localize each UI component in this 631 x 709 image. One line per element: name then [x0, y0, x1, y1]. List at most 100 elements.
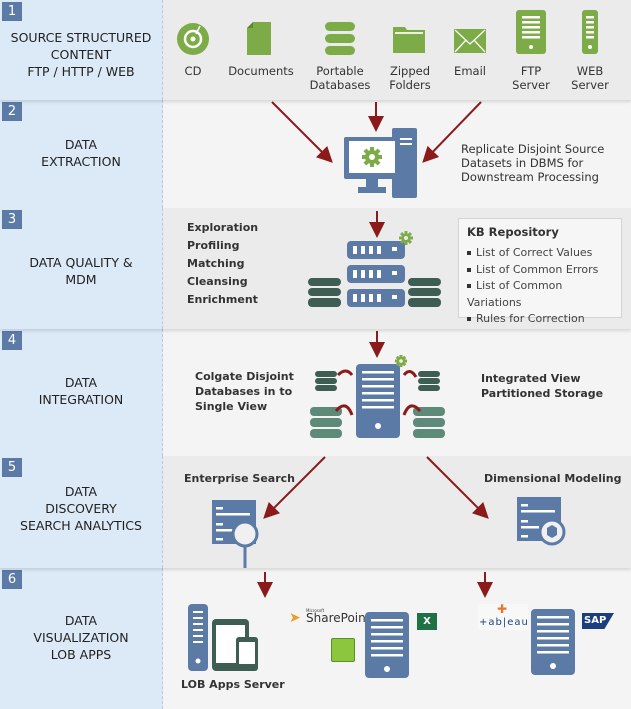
stage-2-label-panel: 2 DATA EXTRACTION: [0, 100, 163, 208]
stage-label-line: CONTENT: [50, 47, 112, 62]
stage-label-line: MDM: [65, 272, 97, 287]
tableau-text: +ab|eau: [479, 617, 529, 628]
source-label-zipped-folders: Zipped Folders: [382, 64, 438, 92]
source-label-documents: Documents: [225, 64, 297, 78]
stage-3-label-panel: 3 DATA QUALITY & MDM: [0, 208, 163, 329]
computer-gear-icon: [344, 128, 417, 198]
kb-title: KB Repository: [467, 225, 559, 239]
kb-item: List of Common Variations: [467, 278, 613, 311]
stage-number-badge: 2: [2, 102, 22, 121]
stage-label: DATA QUALITY & MDM: [0, 254, 162, 288]
label-line: Folders: [389, 78, 431, 92]
stage-number-badge: 5: [2, 458, 22, 477]
label-line: WEB: [576, 64, 604, 78]
integration-left-text: Colgate Disjoint Databases in to Single …: [195, 369, 294, 414]
stage-number-badge: 4: [2, 331, 22, 350]
stage-label-line: DISCOVERY: [45, 501, 117, 516]
stage-label-line: INTEGRATION: [38, 392, 124, 407]
text-line: Partitioned Storage: [481, 387, 604, 400]
label-line: Server: [571, 78, 609, 92]
stage-label-line: DATA: [64, 484, 98, 499]
stage-label-line: FTP / HTTP / WEB: [27, 64, 135, 79]
stage-label: DATA INTEGRATION: [0, 374, 162, 408]
label-line: Documents: [228, 64, 294, 78]
database-icon: [325, 22, 355, 55]
label-line: CD: [184, 64, 202, 78]
kb-item: Rules for Correction: [467, 311, 613, 328]
sharepoint-swirl-icon: ➤: [289, 610, 301, 626]
quality-steps: Exploration Profiling Matching Cleansing…: [187, 219, 258, 309]
sharepoint-text: SharePoint: [306, 611, 371, 625]
source-label-cd: CD: [168, 64, 218, 78]
lob-server-devices-icon: [188, 604, 258, 671]
source-label-ftp-server: FTP Server: [506, 64, 556, 92]
email-icon: [454, 29, 486, 53]
stage-label: SOURCE STRUCTURED CONTENT FTP / HTTP / W…: [0, 29, 162, 80]
quality-step: Exploration: [187, 221, 259, 234]
extraction-description: Replicate Disjoint Source Datasets in DB…: [461, 142, 604, 184]
stage-label-line: DATA QUALITY &: [29, 255, 133, 270]
enterprise-search-icon: [212, 500, 259, 568]
text-line: Colgate Disjoint: [195, 370, 294, 383]
stage-4-row: 4 DATA INTEGRATION Colgate Disjoint Data…: [0, 329, 631, 456]
enterprise-search-label: Enterprise Search: [184, 472, 295, 485]
stage-label: DATA VISUALIZATION LOB APPS: [0, 612, 162, 663]
integration-server-databases-icon: [310, 355, 445, 438]
stage-label-line: DATA: [64, 375, 98, 390]
stage-label-line: DATA: [64, 613, 98, 628]
kb-repository-panel: KB Repository List of Correct Values Lis…: [458, 218, 622, 325]
stage-number-badge: 3: [2, 210, 22, 229]
web-server-icon: [582, 10, 598, 54]
dimensional-modeling-label: Dimensional Modeling: [484, 472, 622, 485]
label-line: FTP: [520, 64, 542, 78]
sharepoint-server-icon: [365, 612, 409, 678]
document-icon: [247, 22, 271, 55]
label-line: Portable: [316, 64, 364, 78]
dimensional-modeling-icon: [517, 497, 566, 546]
tableau-cross-icon: ✚: [497, 602, 508, 616]
stage-2-row: 2 DATA EXTRACTION Replicate Disjoint Sou…: [0, 100, 631, 208]
label-line: Zipped: [389, 64, 431, 78]
ftp-server-icon: [516, 10, 546, 54]
folder-icon: [393, 27, 425, 53]
kb-item: List of Correct Values: [467, 245, 613, 262]
stage-label: DATA EXTRACTION: [0, 136, 162, 170]
project-icon: [331, 638, 355, 662]
stage-label-line: VISUALIZATION: [33, 630, 129, 645]
stage-number-badge: 1: [2, 2, 22, 21]
quality-step: Matching: [187, 257, 245, 270]
text-line: Integrated View: [481, 372, 581, 385]
stage-1-label-panel: 1 SOURCE STRUCTURED CONTENT FTP / HTTP /…: [0, 0, 163, 100]
label-line: Email: [454, 64, 486, 78]
stage-4-label-panel: 4 DATA INTEGRATION: [0, 329, 163, 456]
tableau-server-icon: [531, 609, 575, 675]
kb-list: List of Correct Values List of Common Er…: [467, 245, 613, 328]
description-line: Replicate Disjoint Source: [461, 142, 605, 156]
stage-3-row: 3 DATA QUALITY & MDM Exploration Profili…: [0, 208, 631, 329]
cd-icon: [177, 23, 209, 55]
text-line: Databases in to: [195, 385, 293, 398]
text-line: Single View: [195, 400, 268, 413]
description-line: Datasets in DBMS for: [461, 156, 584, 170]
server-rack-with-databases-icon: [308, 231, 441, 307]
description-line: Downstream Processing: [461, 170, 599, 184]
stage-label-line: SOURCE STRUCTURED: [10, 30, 152, 45]
label-line: Databases: [309, 78, 371, 92]
stage-5-row: 5 DATA DISCOVERY SEARCH ANALYTICS Enterp…: [0, 456, 631, 568]
tableau-logo: ✚ +ab|eau: [478, 602, 529, 630]
quality-step: Profiling: [187, 239, 240, 252]
stage-label-line: EXTRACTION: [41, 154, 121, 169]
stage-1-row: 1 SOURCE STRUCTURED CONTENT FTP / HTTP /…: [0, 0, 631, 100]
stage-5-label-panel: 5 DATA DISCOVERY SEARCH ANALYTICS: [0, 456, 163, 568]
stage-6-label-panel: 6 DATA VISUALIZATION LOB APPS: [0, 568, 163, 709]
stage-label-line: LOB APPS: [50, 647, 112, 662]
source-label-portable-databases: Portable Databases: [305, 64, 375, 92]
quality-step: Cleansing: [187, 275, 248, 288]
stage-label-line: SEARCH ANALYTICS: [20, 518, 142, 533]
excel-icon: X: [417, 613, 437, 630]
label-line: Server: [512, 78, 550, 92]
source-label-web-server: WEB Server: [565, 64, 615, 92]
stage-6-row: 6 DATA VISUALIZATION LOB APPS LOB Apps S…: [0, 568, 631, 709]
stage-label-line: DATA: [64, 137, 98, 152]
stage-number-badge: 6: [2, 570, 22, 589]
